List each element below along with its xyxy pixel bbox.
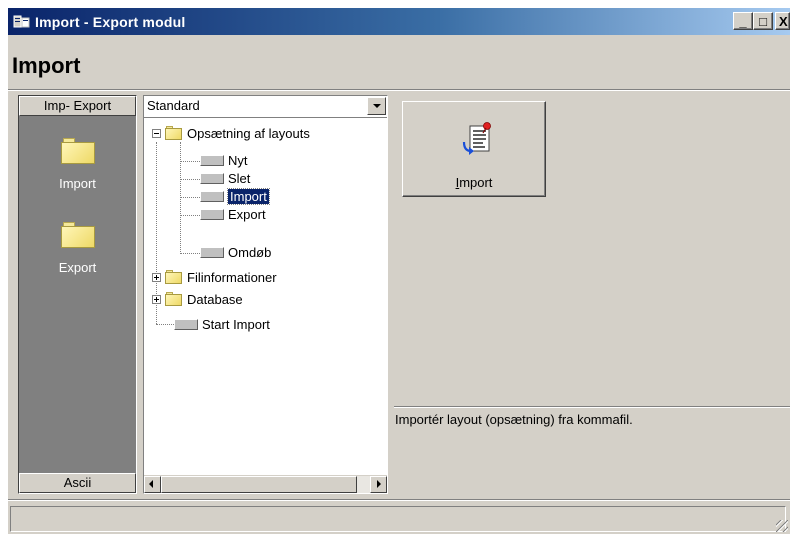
scroll-left-button[interactable] <box>144 476 161 493</box>
import-action-label: Import <box>455 175 493 190</box>
tree-node-label: Start Import <box>202 316 270 332</box>
import-document-icon <box>461 122 495 158</box>
tree-node-start-import[interactable]: Start Import <box>174 315 270 333</box>
close-button[interactable]: X <box>775 12 790 30</box>
tree-connector <box>180 179 200 180</box>
tree-node-label: Slet <box>228 170 251 186</box>
expand-icon[interactable] <box>152 272 161 282</box>
folder-icon <box>165 292 182 306</box>
window-frame-left <box>0 0 8 534</box>
layout-combo[interactable]: Standard <box>144 96 387 118</box>
description-text: Importér layout (opsætning) fra kommafil… <box>394 408 790 496</box>
statusbar-divider <box>8 499 790 501</box>
tree-node-omdob[interactable]: Omdøb <box>200 243 271 261</box>
scroll-right-button[interactable] <box>370 476 387 493</box>
tree-node-label: Database <box>187 291 243 307</box>
folder-icon <box>60 222 95 248</box>
leaf-icon <box>174 318 198 330</box>
outlook-item-import[interactable]: Import <box>19 138 136 191</box>
horizontal-scrollbar[interactable] <box>144 475 387 493</box>
outlook-item-label: Export <box>58 260 97 275</box>
tree-node-label-selected: Import <box>227 187 270 205</box>
tree-node-label: Filinformationer <box>187 269 277 285</box>
tree-node-slet[interactable]: Slet <box>200 169 250 187</box>
import-action-button[interactable]: Import <box>402 101 546 197</box>
window-title: Import - Export modul <box>35 13 186 30</box>
resize-grip-icon[interactable] <box>776 520 788 532</box>
tree-node-label: Opsætning af layouts <box>187 125 310 141</box>
tree-connector <box>180 142 181 254</box>
collapse-icon[interactable] <box>152 128 161 138</box>
imp-export-group-button[interactable]: Imp- Export <box>19 96 136 116</box>
leaf-icon <box>200 246 224 258</box>
leaf-icon <box>200 190 224 202</box>
ascii-group-button[interactable]: Ascii <box>19 473 136 493</box>
tree-node-label: Omdøb <box>228 244 272 260</box>
outlook-item-label: Import <box>59 176 96 191</box>
leaf-icon <box>200 172 224 184</box>
minimize-button[interactable]: _ <box>733 12 753 30</box>
folder-icon <box>165 126 182 140</box>
tree-view: Opsætning af layouts Nyt Slet Import Exp… <box>144 122 387 472</box>
tree-panel: Standard Opsætning af layouts Nyt Slet I… <box>143 95 388 494</box>
title-bar[interactable]: Import - Export modul _ □ X <box>8 8 790 35</box>
tree-connector <box>180 253 200 254</box>
status-panel <box>10 506 786 532</box>
tree-node-nyt[interactable]: Nyt <box>200 151 248 169</box>
outlook-bar: Imp- Export Import Export Ascii <box>18 95 137 494</box>
tree-connector <box>180 161 200 162</box>
leaf-icon <box>200 154 224 166</box>
action-panel: Import <box>394 95 790 406</box>
app-icon <box>13 14 31 30</box>
scroll-thumb[interactable] <box>161 476 357 493</box>
expand-icon[interactable] <box>152 294 161 304</box>
window-frame-top <box>0 0 790 8</box>
tree-connector <box>180 197 200 198</box>
tree-node-database[interactable]: Database <box>152 290 243 308</box>
tree-node-label: Export <box>228 206 266 222</box>
tree-node-opsaetning[interactable]: Opsætning af layouts <box>152 124 310 142</box>
combo-value: Standard <box>147 98 200 113</box>
status-bar <box>8 502 790 534</box>
header-divider <box>8 89 790 91</box>
tree-node-export[interactable]: Export <box>200 205 266 223</box>
maximize-button[interactable]: □ <box>753 12 773 30</box>
tree-connector <box>180 215 200 216</box>
tree-connector <box>156 324 174 325</box>
tree-node-import[interactable]: Import <box>200 187 270 205</box>
folder-icon <box>60 138 95 164</box>
page-title: Import <box>8 35 790 89</box>
chevron-down-icon[interactable] <box>367 97 386 115</box>
leaf-icon <box>200 208 224 220</box>
tree-node-label: Nyt <box>228 152 248 168</box>
tree-node-filinformationer[interactable]: Filinformationer <box>152 268 277 286</box>
outlook-item-export[interactable]: Export <box>19 222 136 275</box>
folder-icon <box>165 270 182 284</box>
